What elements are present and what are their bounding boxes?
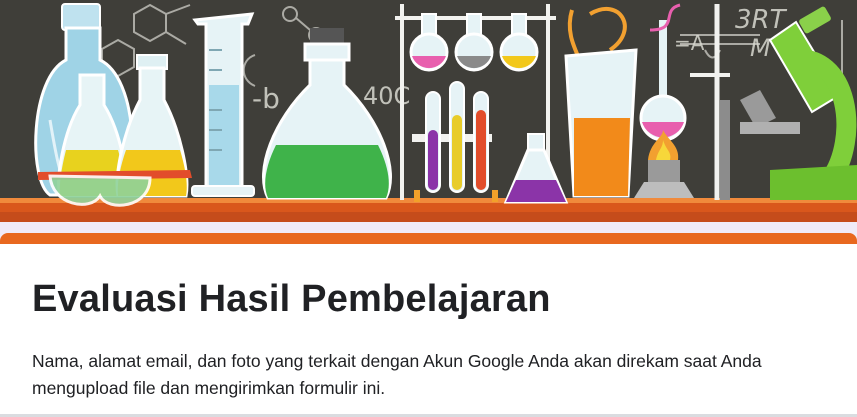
form-title-card: Evaluasi Hasil Pembelajaran Nama, alamat… (0, 233, 857, 417)
form-title: Evaluasi Hasil Pembelajaran (32, 278, 551, 320)
svg-text:-b: -b (252, 82, 280, 115)
header-banner-image: 3RT M -b 40C =A (0, 0, 857, 222)
svg-text:3RT: 3RT (735, 5, 788, 35)
svg-text:=A: =A (674, 31, 705, 55)
svg-text:M: M (750, 34, 771, 62)
form-description: Nama, alamat email, dan foto yang terkai… (32, 351, 762, 398)
